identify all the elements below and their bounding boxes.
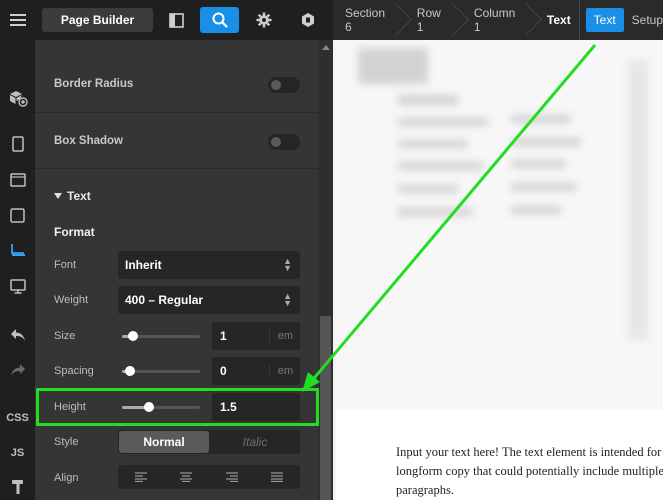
arrow-line bbox=[308, 44, 597, 384]
annotation-arrow bbox=[302, 44, 597, 392]
